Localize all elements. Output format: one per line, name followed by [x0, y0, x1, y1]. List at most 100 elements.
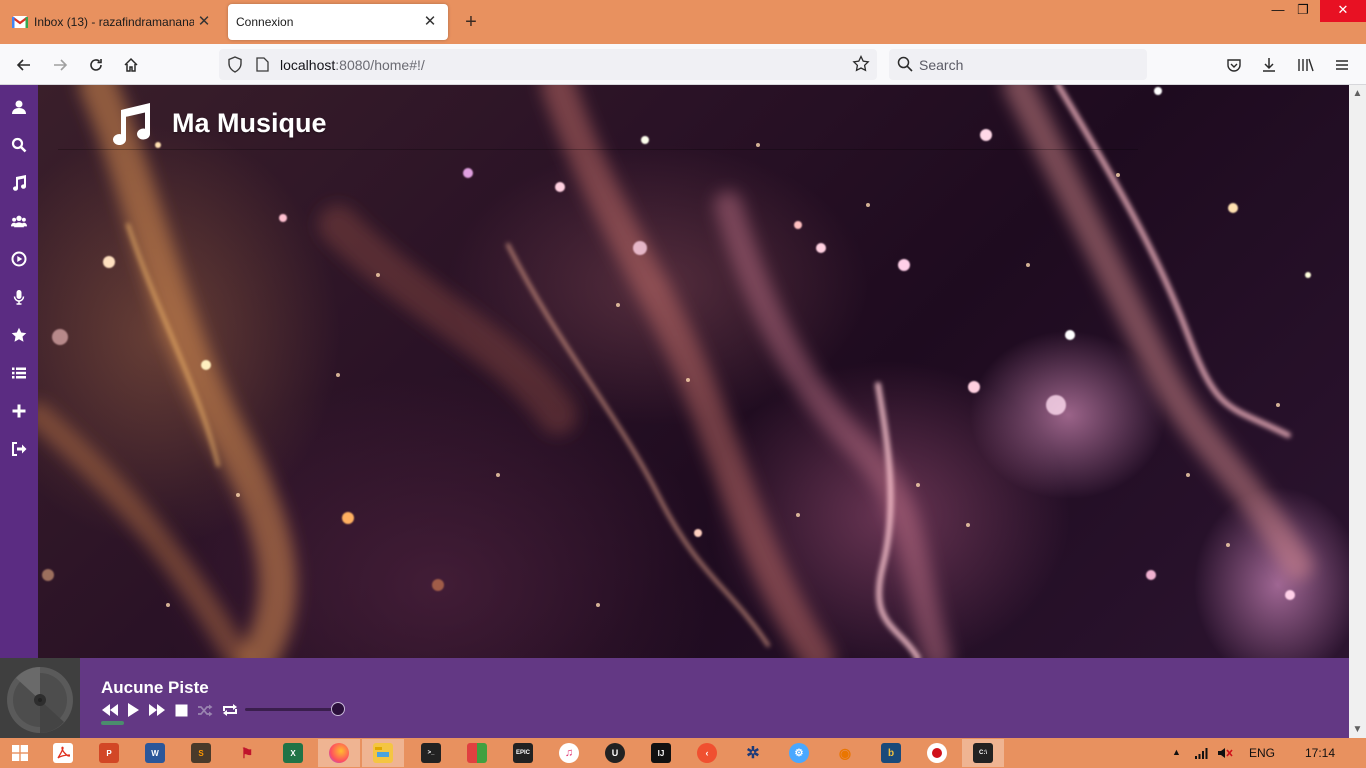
- clock[interactable]: 17:14: [1305, 746, 1335, 760]
- record-icon[interactable]: [927, 743, 947, 763]
- cmd-icon[interactable]: C:\: [973, 743, 993, 763]
- tab-title: Connexion: [236, 15, 294, 29]
- firefox-icon[interactable]: [329, 743, 349, 763]
- window-close-icon[interactable]: ✕: [1320, 0, 1366, 22]
- network-icon[interactable]: [1194, 747, 1208, 765]
- gmail-icon: [11, 16, 29, 28]
- new-tab-button[interactable]: +: [458, 9, 484, 35]
- app-header: Ma Musique: [108, 101, 327, 145]
- close-tab-icon[interactable]: ✕: [421, 13, 439, 31]
- sidebar-item-artists[interactable]: [0, 278, 38, 316]
- volume-muted-icon[interactable]: [1217, 746, 1233, 765]
- rewind-button[interactable]: [100, 700, 120, 720]
- progress-slider-handle[interactable]: [331, 702, 345, 716]
- header-divider: [58, 149, 1138, 150]
- app-grid-icon[interactable]: [467, 743, 487, 763]
- excel-icon[interactable]: X: [283, 743, 303, 763]
- sidebar-item-add[interactable]: [0, 392, 38, 430]
- tray-expand-icon[interactable]: ▲: [1172, 747, 1181, 757]
- menu-icon[interactable]: [1329, 52, 1355, 78]
- search-icon: [897, 56, 913, 77]
- scroll-up-icon[interactable]: ▲: [1349, 85, 1366, 102]
- electron-icon[interactable]: ✲: [743, 743, 763, 763]
- sidebar-item-groups[interactable]: [0, 202, 38, 240]
- shuffle-button[interactable]: [195, 700, 215, 720]
- pocket-icon[interactable]: [1221, 52, 1247, 78]
- epic-games-icon[interactable]: EPIC: [513, 743, 533, 763]
- forward-icon[interactable]: [47, 52, 73, 78]
- search-icon: [11, 137, 27, 153]
- sidebar-item-favorites[interactable]: [0, 316, 38, 354]
- tab-title: Inbox (13) - razafindramananahi: [34, 15, 194, 29]
- blender-icon[interactable]: ◉: [835, 743, 855, 763]
- repeat-button[interactable]: [220, 700, 240, 720]
- app-sidebar: [0, 85, 38, 658]
- home-icon[interactable]: [118, 52, 144, 78]
- backward-icon: [102, 704, 118, 716]
- tab-inbox[interactable]: Inbox (13) - razafindramananahi ✕: [4, 4, 222, 40]
- powerpoint-icon[interactable]: P: [99, 743, 119, 763]
- unreal-icon[interactable]: U: [605, 743, 625, 763]
- sublime-icon[interactable]: S: [191, 743, 211, 763]
- play-icon: [128, 703, 139, 717]
- tab-connexion[interactable]: Connexion ✕: [228, 4, 448, 40]
- music-icon: [13, 175, 27, 191]
- scroll-down-icon[interactable]: ▼: [1349, 721, 1366, 738]
- app-title: Ma Musique: [172, 107, 327, 138]
- word-icon[interactable]: W: [145, 743, 165, 763]
- sidebar-item-player[interactable]: [0, 240, 38, 278]
- app-icon[interactable]: ⚑: [237, 743, 257, 763]
- sidebar-item-music[interactable]: [0, 164, 38, 202]
- close-tab-icon[interactable]: ✕: [195, 13, 213, 31]
- library-icon[interactable]: [1293, 52, 1319, 78]
- url-text: localhost:8080/home#!/: [280, 57, 425, 73]
- bokeh-background-image: [38, 85, 1313, 658]
- downloads-icon[interactable]: [1256, 52, 1282, 78]
- star-icon: [11, 327, 27, 342]
- acrobat-icon[interactable]: [53, 743, 73, 763]
- page-scrollbar[interactable]: ▲ ▼: [1349, 85, 1366, 738]
- windows-taskbar: P W S ⚑ X >_ EPIC ♫ U IJ ‹ ✲ ⚙ ◉ b C:\ ▲…: [0, 738, 1366, 768]
- user-icon: [12, 100, 26, 114]
- progress-slider[interactable]: [245, 708, 338, 711]
- terminal-icon[interactable]: >_: [421, 743, 441, 763]
- bookmark-star-icon[interactable]: [852, 54, 870, 78]
- intellij-icon[interactable]: IJ: [651, 743, 671, 763]
- plus-icon: [12, 404, 26, 418]
- play-button[interactable]: [123, 700, 143, 720]
- file-explorer-icon[interactable]: [373, 743, 393, 763]
- shuffle-icon: [198, 704, 213, 716]
- shield-icon[interactable]: [227, 56, 243, 78]
- search-box[interactable]: Search: [889, 49, 1147, 80]
- bookmark-icon[interactable]: b: [881, 743, 901, 763]
- hero-background: Ma Musique: [38, 85, 1349, 658]
- volume-indicator[interactable]: [101, 721, 124, 725]
- microphone-icon: [13, 290, 25, 305]
- repeat-icon: [223, 704, 237, 716]
- git-icon[interactable]: ‹: [697, 743, 717, 763]
- language-indicator[interactable]: ENG: [1249, 746, 1275, 760]
- fast-forward-icon: [149, 704, 165, 716]
- disc-icon: [7, 667, 73, 733]
- search-placeholder: Search: [919, 57, 964, 73]
- forward-button[interactable]: [147, 700, 167, 720]
- itunes-icon[interactable]: ♫: [559, 743, 579, 763]
- stop-icon: [175, 704, 187, 716]
- music-note-logo-icon: [113, 103, 151, 145]
- sidebar-item-playlists[interactable]: [0, 354, 38, 392]
- address-bar[interactable]: localhost:8080/home#!/: [219, 49, 877, 80]
- sidebar-item-search[interactable]: [0, 126, 38, 164]
- reload-icon[interactable]: [83, 52, 109, 78]
- album-cover-placeholder: [0, 658, 80, 738]
- back-icon[interactable]: [11, 52, 37, 78]
- sidebar-item-profile[interactable]: [0, 88, 38, 126]
- sign-out-icon: [12, 442, 27, 456]
- users-icon: [11, 215, 27, 228]
- page-icon: [256, 57, 269, 77]
- list-icon: [12, 367, 26, 379]
- windows-start-icon[interactable]: [10, 743, 30, 763]
- track-title: Aucune Piste: [101, 678, 209, 697]
- sidebar-item-logout[interactable]: [0, 430, 38, 468]
- settings-app-icon[interactable]: ⚙: [789, 743, 809, 763]
- stop-button[interactable]: [171, 700, 191, 720]
